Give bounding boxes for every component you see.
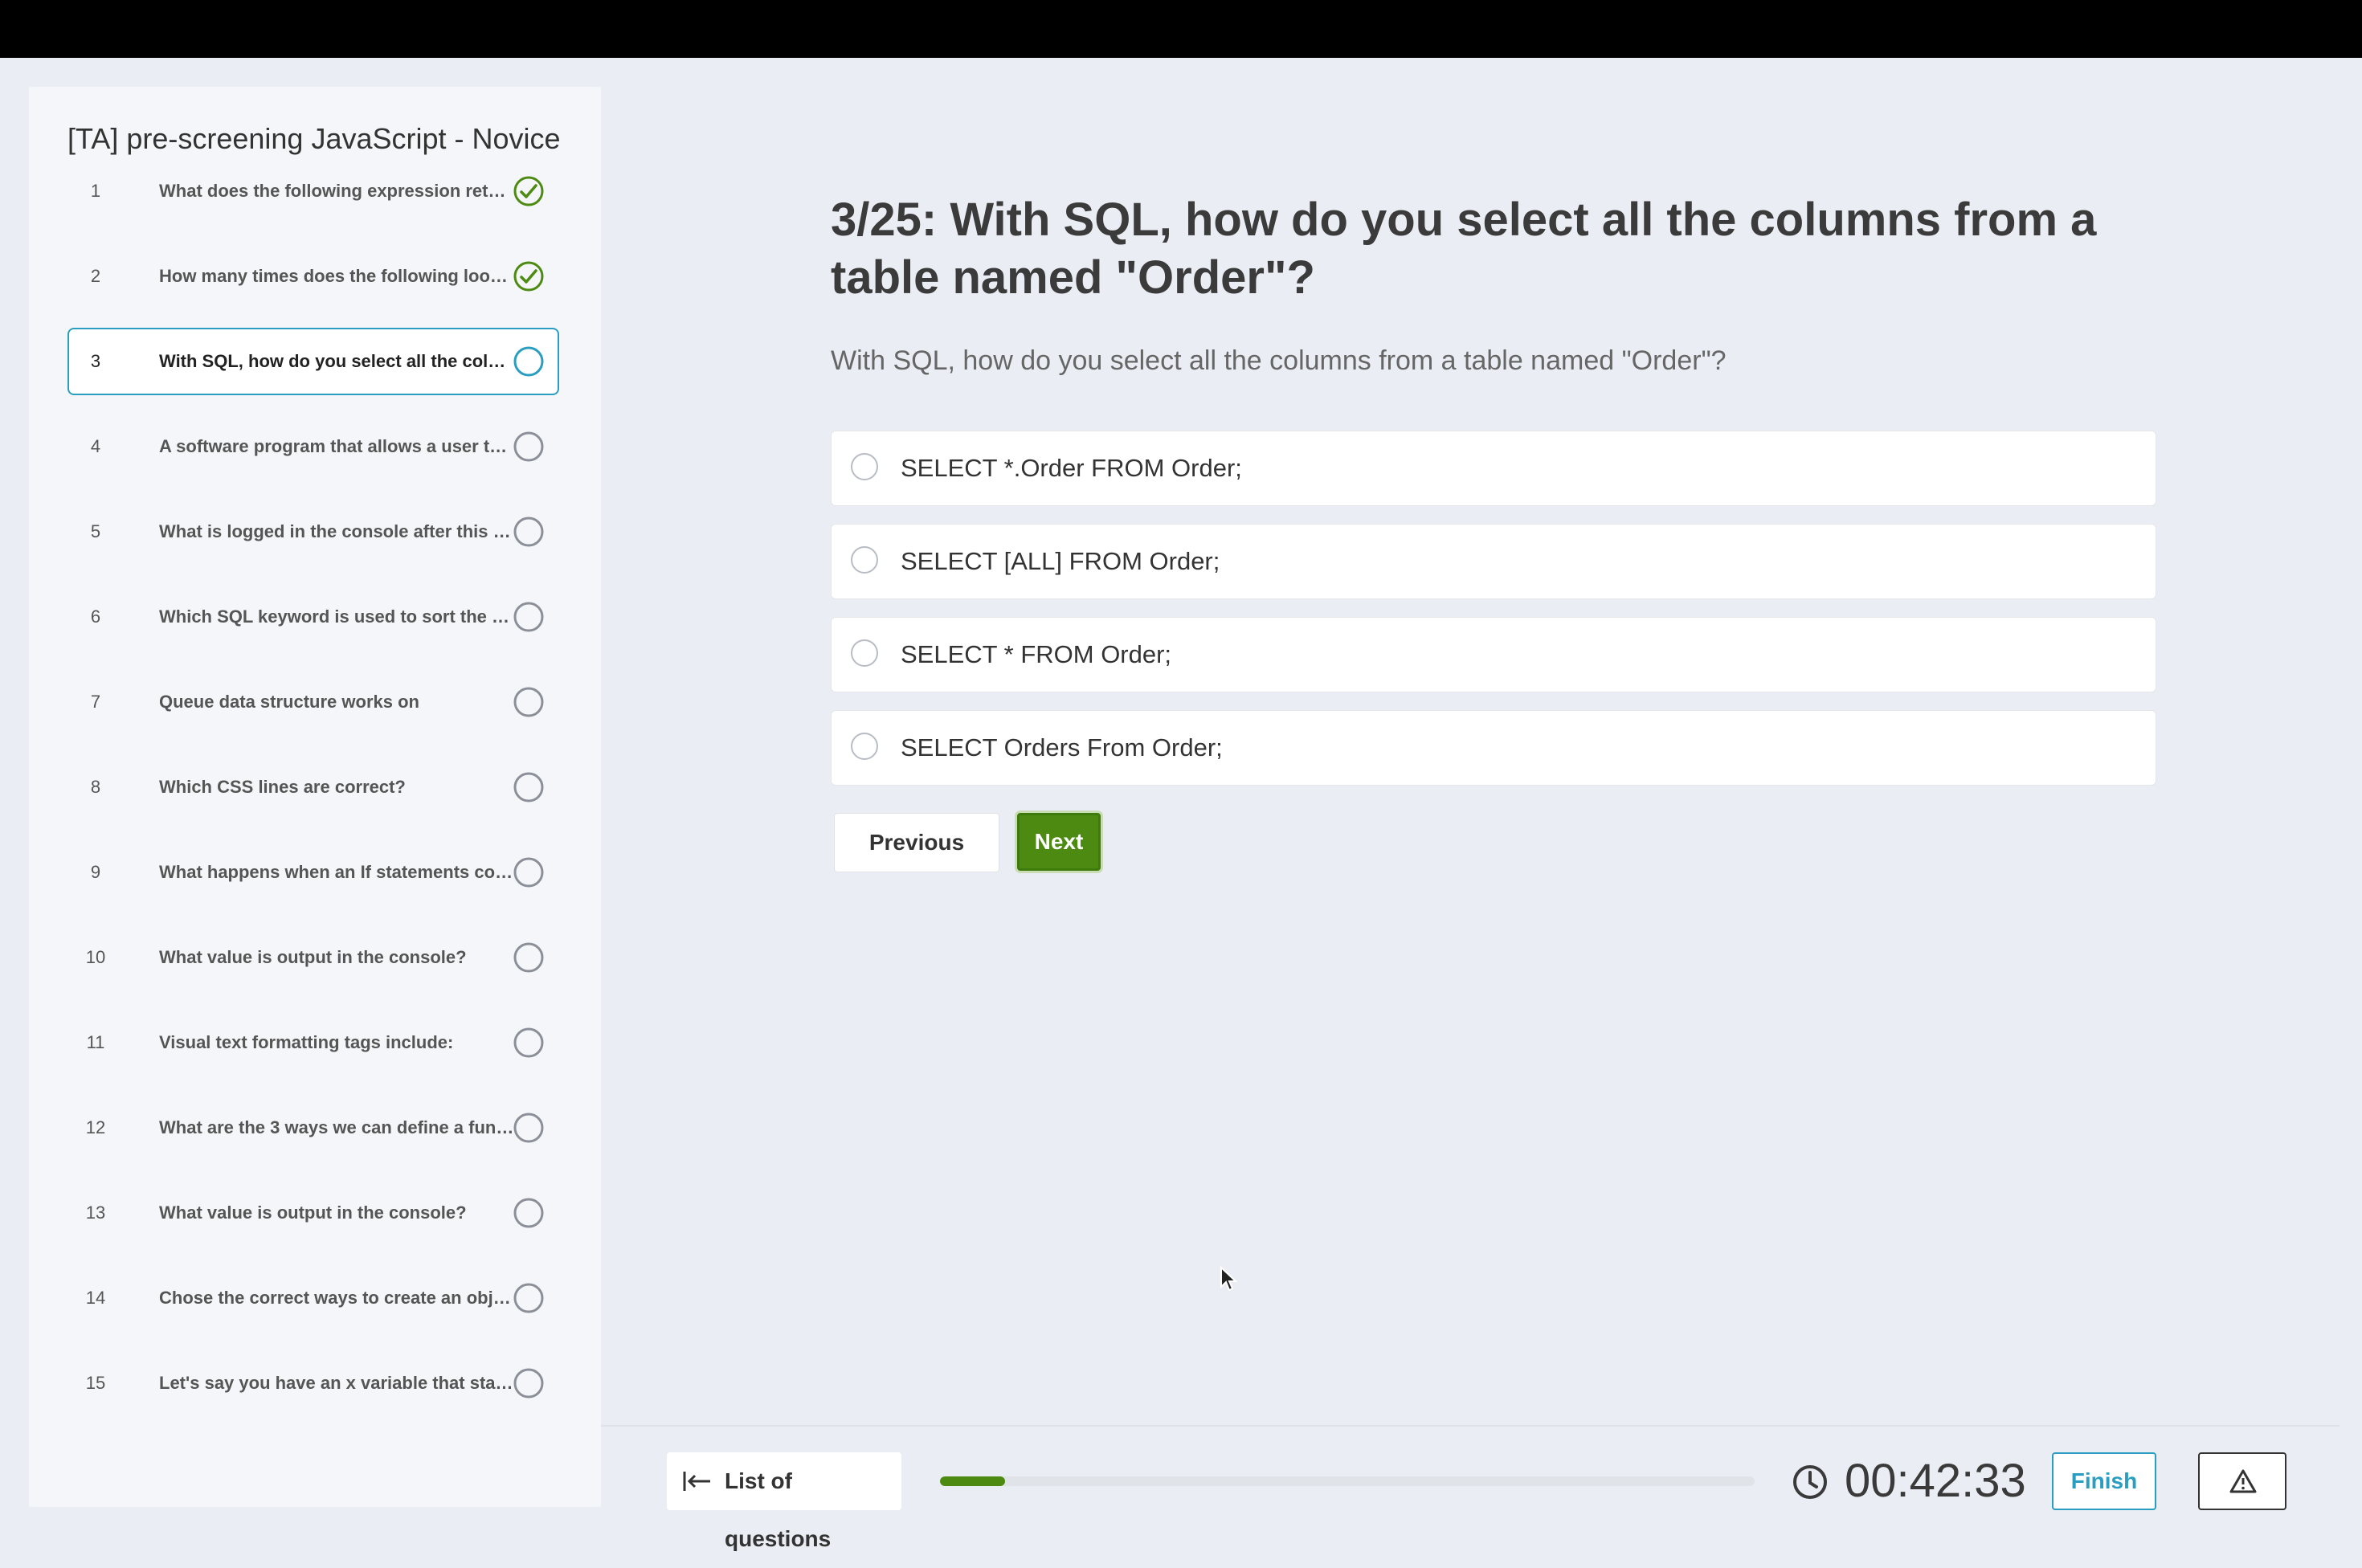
question-list-item[interactable]: 5 What is logged in the console after thi…: [67, 498, 559, 566]
question-list-item[interactable]: 15 Let's say you have an x variable that …: [67, 1350, 559, 1417]
circle-outline-icon: [513, 517, 544, 547]
question-list-item[interactable]: 11 Visual text formatting tags include:: [67, 1009, 559, 1076]
answer-option[interactable]: SELECT *.Order FROM Order;: [831, 431, 2156, 506]
top-bar: [0, 0, 2362, 58]
question-list-item[interactable]: 10 What value is output in the console?: [67, 924, 559, 991]
clock-icon: [1793, 1465, 1827, 1499]
question-number: 10: [85, 947, 106, 967]
progress-fill: [940, 1476, 1006, 1486]
question-list-item[interactable]: 6 Which SQL keyword is used to sort the r…: [67, 583, 559, 651]
radio-button[interactable]: [851, 639, 878, 667]
question-list-item[interactable]: 14 Chose the correct ways to create an ob…: [67, 1264, 559, 1332]
question-number: 15: [85, 1373, 106, 1393]
previous-button[interactable]: Previous: [834, 813, 999, 872]
circle-outline-icon: [513, 772, 544, 802]
question-number: 11: [86, 1032, 105, 1052]
question-number: 2: [90, 266, 101, 286]
question-heading: 3/25: With SQL, how do you select all th…: [831, 194, 2097, 304]
circle-outline-icon: [513, 687, 544, 717]
circle-outline-icon: [513, 431, 544, 462]
question-list-item[interactable]: 8 Which CSS lines are correct?: [67, 753, 559, 821]
circle-outline-icon: [513, 1368, 544, 1399]
question-number: 4: [90, 436, 101, 456]
answer-option[interactable]: SELECT [ALL] FROM Order;: [831, 524, 2156, 599]
arrow-left-bar-icon: [683, 1472, 710, 1491]
question-title: Which CSS lines are correct?: [159, 777, 406, 797]
mouse-cursor-icon: [1220, 1266, 1237, 1292]
question-list-item[interactable]: 12 What are the 3 ways we can define a fu…: [67, 1094, 559, 1162]
question-title: What does the following expression retur…: [159, 181, 516, 201]
answer-option-label: SELECT [ALL] FROM Order;: [901, 547, 1220, 575]
footer-divider: [601, 1425, 2340, 1427]
question-number: 5: [90, 521, 101, 541]
question-prompt: With SQL, how do you select all the colu…: [831, 345, 1727, 376]
question-title: With SQL, how do you select all the colu…: [159, 351, 516, 371]
question-list-item[interactable]: 7 Queue data structure works on: [67, 668, 559, 736]
answer-option-label: SELECT *.Order FROM Order;: [901, 454, 1242, 482]
question-number: 13: [85, 1203, 106, 1223]
question-number: 9: [90, 862, 101, 882]
question-number: 8: [90, 777, 101, 797]
question-list-item[interactable]: 2 How many times does the following loop …: [67, 243, 559, 310]
question-list-item[interactable]: 3 With SQL, how do you select all the col…: [67, 328, 559, 395]
question-list-item[interactable]: 4 A software program that allows a user t…: [67, 413, 559, 480]
answer-option-label: SELECT * FROM Order;: [901, 640, 1172, 668]
circle-outline-icon: [513, 602, 544, 632]
next-button[interactable]: Next: [1017, 813, 1101, 871]
radio-button[interactable]: [851, 546, 878, 574]
circle-outline-icon: [513, 1198, 544, 1228]
question-sidebar: [TA] pre-screening JavaScript - Novice 1…: [29, 87, 601, 1507]
question-title: Which SQL keyword is used to sort the re…: [159, 606, 516, 627]
circle-outline-icon: [513, 942, 544, 973]
circle-outline-icon: [513, 1283, 544, 1313]
question-list-item[interactable]: 1 What does the following expression retu…: [67, 157, 559, 225]
circle-outline-icon: [513, 857, 544, 888]
question-title: What happens when an If statements condi…: [159, 862, 516, 882]
circle-outline-icon: [513, 1113, 544, 1143]
question-title: How many times does the following loop e…: [159, 266, 516, 286]
question-list-item[interactable]: 9 What happens when an If statements cond…: [67, 839, 559, 906]
question-title: What value is output in the console?: [159, 947, 467, 967]
timer-display: 00:42:33: [1845, 1455, 2026, 1507]
report-issue-button[interactable]: [2198, 1452, 2286, 1510]
question-list-item[interactable]: 13 What value is output in the console?: [67, 1179, 559, 1247]
question-number: 6: [90, 606, 101, 627]
question-title: A software program that allows a user to…: [159, 436, 516, 456]
question-title: Visual text formatting tags include:: [159, 1032, 454, 1052]
question-number: 12: [85, 1117, 106, 1137]
question-title: What is logged in the console after this…: [159, 521, 516, 541]
question-title: Chose the correct ways to create an obje…: [159, 1288, 516, 1308]
check-circle-icon: [513, 176, 544, 206]
question-title: What value is output in the console?: [159, 1203, 467, 1223]
question-title: Let's say you have an x variable that st…: [159, 1373, 516, 1393]
check-circle-icon: [513, 261, 544, 292]
list-of-questions-label: List of questions: [725, 1468, 832, 1551]
answer-option[interactable]: SELECT Orders From Order;: [831, 710, 2156, 786]
question-number: 14: [85, 1288, 106, 1308]
question-number: 3: [90, 351, 101, 371]
list-of-questions-button[interactable]: List of questions: [667, 1452, 901, 1551]
answer-option-label: SELECT Orders From Order;: [901, 733, 1223, 762]
radio-button[interactable]: [851, 733, 878, 760]
question-title: What are the 3 ways we can define a func…: [159, 1117, 516, 1137]
radio-button[interactable]: [851, 453, 878, 480]
question-number: 7: [90, 692, 101, 712]
question-number: 1: [90, 181, 101, 201]
test-title: [TA] pre-screening JavaScript - Novice: [67, 122, 561, 155]
warning-triangle-icon: [2229, 1469, 2257, 1493]
finish-button[interactable]: Finish: [2052, 1452, 2156, 1510]
question-title: Queue data structure works on: [159, 692, 419, 712]
answer-option[interactable]: SELECT * FROM Order;: [831, 617, 2156, 692]
circle-outline-icon: [513, 346, 544, 377]
circle-outline-icon: [513, 1027, 544, 1058]
progress-bar: [940, 1476, 1755, 1486]
